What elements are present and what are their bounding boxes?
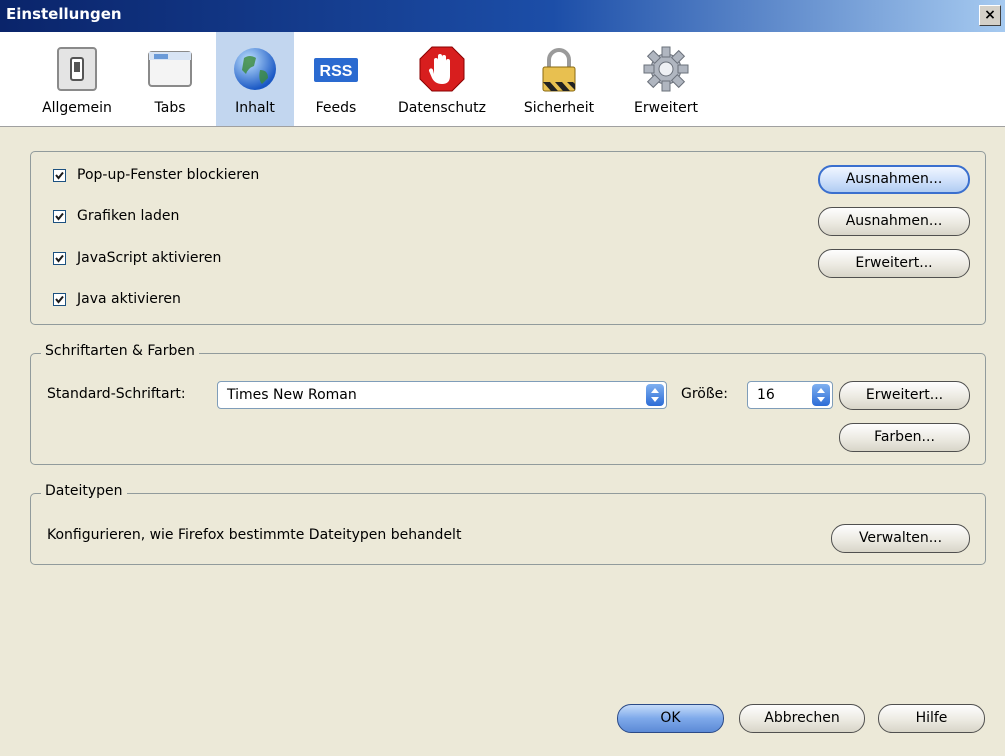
manage-filetypes-button[interactable]: Verwalten... [831,524,970,553]
padlock-icon [542,48,576,92]
tabs-window-icon [148,51,192,87]
cancel-button[interactable]: Abbrechen [739,704,865,733]
window-title: Einstellungen [6,5,122,23]
close-button[interactable]: × [979,5,1001,26]
tab-feeds[interactable]: RSS Feeds [304,32,368,126]
javascript-advanced-button[interactable]: Erweitert... [818,249,970,278]
globe-icon [234,48,276,90]
checkmark-icon [55,171,64,180]
font-size-value: 16 [757,387,775,403]
tab-sicherheit[interactable]: Sicherheit [516,32,602,126]
select-arrows-icon [646,384,664,406]
java-checkbox[interactable] [53,293,66,306]
content-group: Pop-up-Fenster blockieren Grafiken laden… [30,151,986,325]
font-size-select[interactable]: 16 [747,381,833,409]
default-font-label: Standard-Schriftart: [47,386,186,402]
tab-tabs[interactable]: Tabs [138,32,202,126]
popup-checkbox[interactable] [53,169,66,182]
javascript-checkbox-label: JavaScript aktivieren [77,250,222,266]
stop-hand-icon [419,46,465,92]
tab-erweitert[interactable]: Erweitert [624,32,708,126]
tab-label: Inhalt [235,100,275,116]
images-checkbox[interactable] [53,210,66,223]
filetypes-description: Konfigurieren, wie Firefox bestimmte Dat… [47,527,462,543]
tab-inhalt[interactable]: Inhalt [216,32,294,126]
preferences-toolbar: Allgemein Tabs Inhalt RSS Feeds Datensch… [0,32,1005,127]
tab-datenschutz[interactable]: Datenschutz [390,32,494,126]
images-checkbox-label: Grafiken laden [77,208,180,224]
title-bar: Einstellungen × [0,0,1005,32]
popup-checkbox-label: Pop-up-Fenster blockieren [77,167,260,183]
fonts-advanced-button[interactable]: Erweitert... [839,381,970,410]
tab-label: Datenschutz [398,100,486,116]
tab-label: Tabs [154,100,186,116]
default-font-value: Times New Roman [227,387,357,403]
java-checkbox-label: Java aktivieren [77,291,181,307]
help-button[interactable]: Hilfe [878,704,985,733]
images-exceptions-button[interactable]: Ausnahmen... [818,207,970,236]
javascript-checkbox[interactable] [53,252,66,265]
select-arrows-icon [812,384,830,406]
popup-exceptions-button[interactable]: Ausnahmen... [818,165,970,194]
svg-text:RSS: RSS [320,63,353,80]
filetypes-group: Dateitypen Konfigurieren, wie Firefox be… [30,483,986,565]
tab-label: Erweitert [634,100,698,116]
tab-label: Allgemein [42,100,112,116]
checkmark-icon [55,212,64,221]
ok-button[interactable]: OK [617,704,724,733]
tab-label: Feeds [315,100,357,116]
fonts-colors-legend: Schriftarten & Farben [41,343,199,359]
checkmark-icon [55,254,64,263]
rss-icon: RSS [314,58,358,82]
tab-allgemein[interactable]: Allgemein [34,32,120,126]
font-size-label: Größe: [681,386,729,402]
default-font-select[interactable]: Times New Roman [217,381,667,409]
checkmark-icon [55,295,64,304]
fonts-colors-group: Schriftarten & Farben Standard-Schriftar… [30,343,986,465]
switch-icon [57,47,97,91]
colors-button[interactable]: Farben... [839,423,970,452]
gear-icon [643,46,689,92]
filetypes-legend: Dateitypen [41,483,127,499]
tab-label: Sicherheit [523,100,595,116]
